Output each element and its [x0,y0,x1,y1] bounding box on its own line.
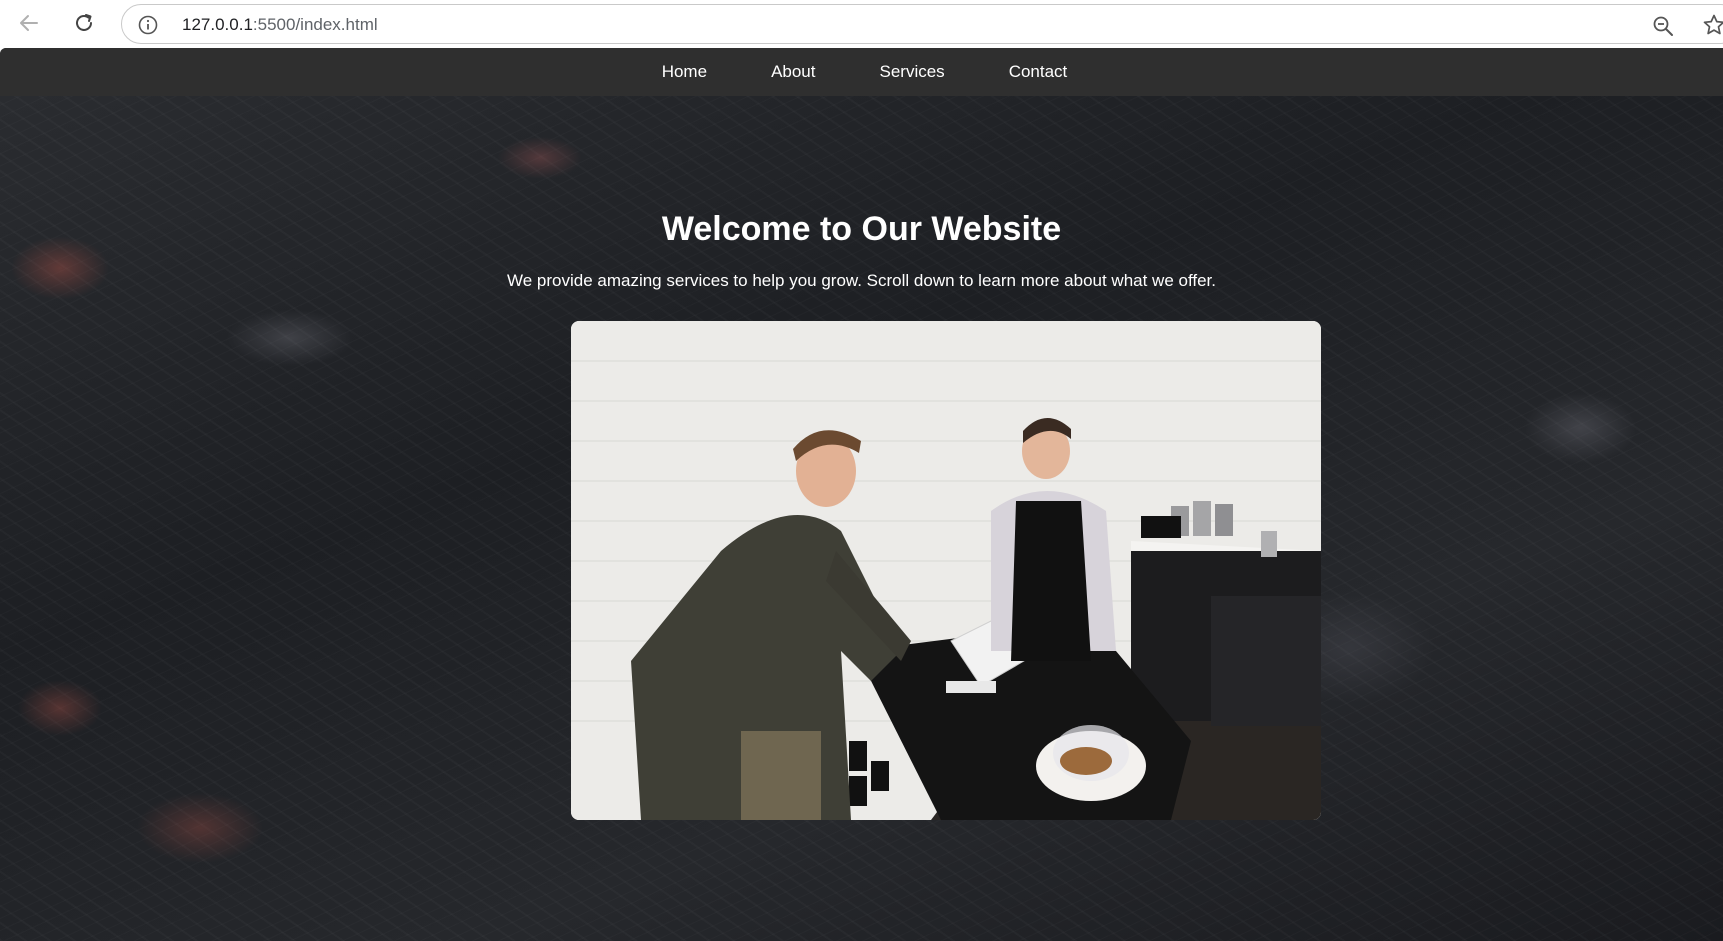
star-icon[interactable] [1702,13,1723,37]
page-viewport: Home About Services Contact Welcome to O… [0,48,1723,941]
url-text[interactable]: 127.0.0.1:5500/index.html [182,15,378,35]
hero-title: Welcome to Our Website [661,210,1062,248]
zoom-out-icon[interactable] [1652,15,1674,37]
nav-list: Home About Services Contact [630,48,1100,96]
cafe-photo [571,321,1321,820]
nav-link-contact[interactable]: Contact [977,48,1100,96]
back-button[interactable] [13,7,45,39]
address-bar[interactable]: 127.0.0.1:5500/index.html [121,4,1723,44]
url-host: 127.0.0.1 [182,15,253,34]
hero-section: Welcome to Our Website We provide amazin… [0,96,1723,291]
hero-image [571,321,1321,820]
reload-icon [76,14,92,31]
nav-link-services[interactable]: Services [848,48,977,96]
reload-button[interactable] [68,7,100,39]
browser-toolbar: 127.0.0.1:5500/index.html [0,0,1723,48]
back-arrow-icon [20,15,38,31]
site-navbar: Home About Services Contact [0,48,1723,96]
url-path: :5500/index.html [252,15,378,34]
nav-link-home[interactable]: Home [630,48,739,96]
nav-link-about[interactable]: About [739,48,847,96]
info-icon[interactable] [138,15,158,35]
hero-subtitle: We provide amazing services to help you … [506,271,1217,290]
